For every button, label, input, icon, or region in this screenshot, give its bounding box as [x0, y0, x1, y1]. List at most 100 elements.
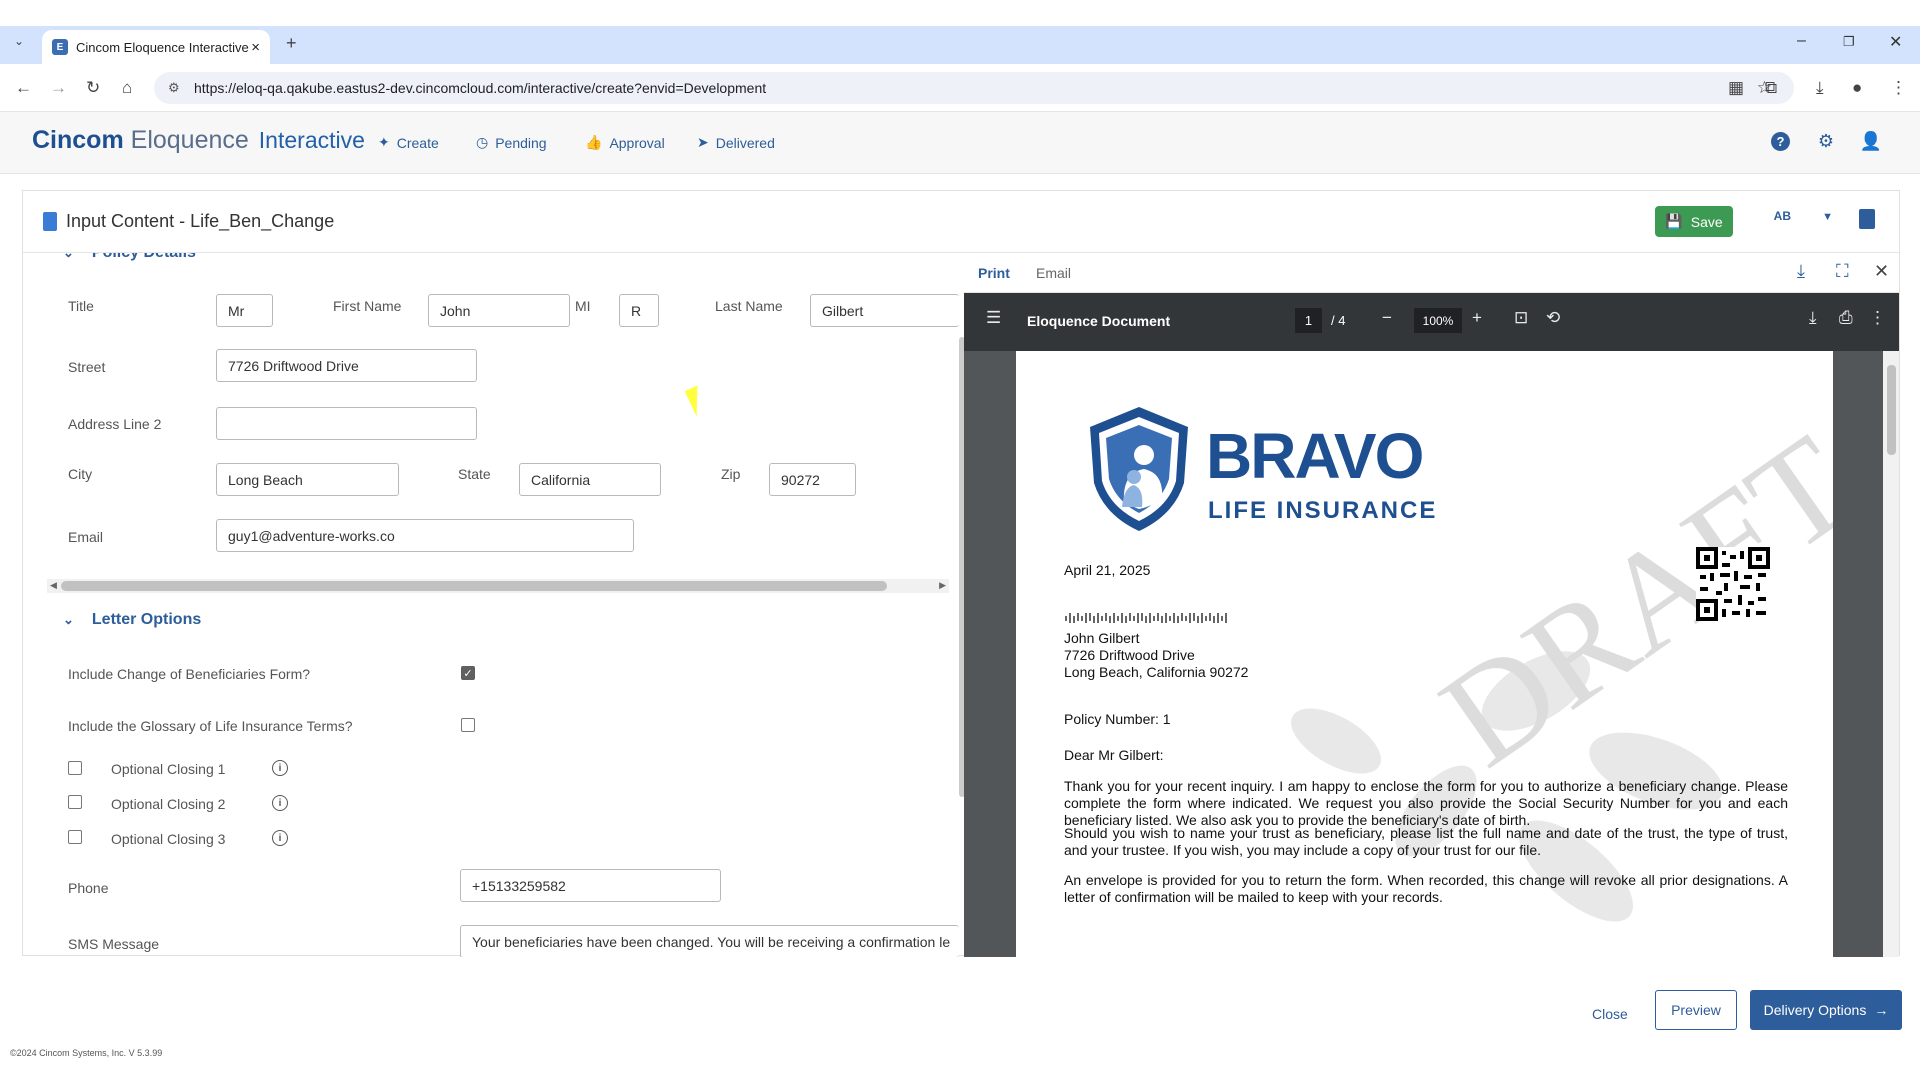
input-form-panel: ⌄ Policy Details Title Mr First Name John… [23, 253, 959, 957]
street-input[interactable]: 7726 Driftwood Drive [216, 349, 477, 382]
delivery-options-label: Delivery Options [1763, 1002, 1867, 1018]
title-input[interactable]: Mr [216, 294, 273, 327]
home-icon[interactable]: ⌂ [122, 78, 132, 98]
address-name: John Gilbert [1064, 630, 1140, 646]
scrollbar-thumb[interactable] [1887, 365, 1896, 455]
extension-icon[interactable]: ▦ [1728, 78, 1744, 98]
url-field[interactable]: ⚙ https://eloq-qa.qakube.eastus2-dev.cin… [154, 72, 1794, 104]
info-icon[interactable]: i [272, 760, 288, 776]
minimize-icon[interactable]: – [1797, 32, 1806, 50]
tab-search-icon[interactable]: ⌄ [14, 34, 24, 48]
glossary-checkbox[interactable] [461, 718, 475, 732]
horizontal-scrollbar[interactable]: ◀ ▶ [47, 579, 949, 593]
scroll-left-icon[interactable]: ◀ [50, 580, 57, 591]
info-icon[interactable]: i [272, 830, 288, 846]
card-header: Input Content - Life_Ben_Change 💾 Save AB… [23, 191, 1899, 253]
letter-options-header[interactable]: ⌄ Letter Options [63, 611, 201, 629]
reload-icon[interactable]: ↻ [86, 78, 100, 98]
restore-icon[interactable]: ❐ [1843, 34, 1855, 50]
profile-avatar-icon[interactable]: ● [1852, 78, 1862, 98]
chevron-down-icon: ⌄ [63, 253, 74, 261]
change-form-checkbox[interactable]: ✓ [461, 666, 475, 680]
back-icon[interactable]: ← [15, 78, 32, 98]
closing1-checkbox[interactable] [68, 761, 82, 775]
pdf-scrollbar[interactable] [1883, 351, 1899, 957]
download-icon[interactable]: ⤓ [1797, 261, 1805, 282]
settings-gear-icon[interactable]: ⚙ [1815, 130, 1837, 152]
zip-input[interactable]: 90272 [769, 463, 856, 496]
closing2-label: Optional Closing 2 [111, 796, 226, 812]
downloads-icon[interactable]: ⤓ [1816, 78, 1824, 98]
zoom-in-icon[interactable]: + [1472, 308, 1482, 328]
state-label: State [458, 466, 491, 482]
pdf-download-icon[interactable]: ⤓ [1809, 308, 1817, 328]
tab-print[interactable]: Print [978, 265, 1010, 281]
print-icon[interactable]: ⎙ [1839, 308, 1853, 328]
puzzle-icon[interactable]: ⧉ [1765, 78, 1777, 98]
floppy-disk-icon: 💾 [1665, 213, 1683, 229]
tab-email[interactable]: Email [1036, 265, 1071, 281]
info-icon[interactable]: i [272, 795, 288, 811]
sms-textarea[interactable]: Your beneficiaries have been changed. Yo… [460, 925, 959, 957]
phone-input[interactable]: +15133259582 [460, 869, 721, 902]
zoom-level-input[interactable]: 100% [1414, 308, 1462, 333]
salutation: Dear Mr Gilbert: [1064, 747, 1164, 763]
browser-tab[interactable]: E Cincom Eloquence Interactive × [42, 30, 270, 64]
barcode-icon [1065, 613, 1227, 623]
tab-bar: ⌄ E Cincom Eloquence Interactive × + – ❐… [0, 26, 1920, 64]
site-info-icon[interactable]: ⚙ [168, 80, 180, 96]
save-button[interactable]: 💾 Save [1655, 206, 1733, 237]
address2-label: Address Line 2 [68, 416, 162, 432]
nav-approval[interactable]: 👍 Approval [585, 134, 665, 151]
window-close-icon[interactable]: ✕ [1889, 32, 1902, 52]
page-number-input[interactable]: 1 [1295, 308, 1322, 333]
mi-input[interactable]: R [619, 294, 659, 327]
nav-create[interactable]: ✦ Create [378, 134, 439, 151]
help-icon[interactable]: ? [1771, 132, 1790, 151]
menu-icon[interactable]: ☰ [986, 308, 1001, 328]
city-input[interactable]: Long Beach [216, 463, 399, 496]
content-card: Input Content - Life_Ben_Change 💾 Save AB… [22, 190, 1900, 957]
shield-logo-icon [1090, 407, 1188, 531]
policy-details-header[interactable]: ⌄ Policy Details [63, 253, 196, 262]
closing3-checkbox[interactable] [68, 830, 82, 844]
mi-label: MI [575, 298, 591, 314]
delivery-options-button[interactable]: Delivery Options → [1750, 990, 1902, 1030]
preview-panel: Print Email ⤓ ⛶ ✕ ☰ Eloquence Document 1… [964, 253, 1900, 957]
fullscreen-icon[interactable]: ⛶ [1836, 261, 1849, 282]
nav-approval-label: Approval [609, 134, 665, 151]
page-title-text: Input Content - Life_Ben_Change [66, 211, 335, 231]
zoom-out-icon[interactable]: − [1382, 308, 1392, 328]
sparkle-icon: ✦ [378, 134, 390, 150]
closing2-checkbox[interactable] [68, 795, 82, 809]
last-name-input[interactable]: Gilbert [810, 294, 959, 327]
scroll-right-icon[interactable]: ▶ [939, 580, 946, 591]
brand-logo[interactable]: Cincom Eloquence Interactive [32, 126, 365, 155]
letter-options-label: Letter Options [91, 611, 202, 628]
close-button[interactable]: Close [1592, 1006, 1628, 1022]
pdf-preview-icon[interactable] [1859, 209, 1875, 229]
user-icon[interactable]: 👤 [1860, 130, 1882, 152]
letter-date: April 21, 2025 [1064, 562, 1151, 578]
first-name-input[interactable]: John [428, 294, 570, 327]
chevron-down-icon[interactable]: ▼ [1822, 211, 1833, 223]
preview-button[interactable]: Preview [1655, 990, 1737, 1030]
document-icon [43, 212, 57, 231]
nav-pending[interactable]: ◷ Pending [476, 134, 547, 151]
address2-input[interactable] [216, 407, 477, 440]
close-preview-icon[interactable]: ✕ [1874, 261, 1889, 282]
close-tab-icon[interactable]: × [251, 39, 260, 56]
fit-page-icon[interactable]: ⊡ [1514, 308, 1528, 328]
rotate-icon[interactable]: ⟲ [1546, 308, 1560, 328]
state-input[interactable]: California [519, 463, 661, 496]
spellcheck-icon[interactable]: AB [1774, 209, 1791, 223]
pdf-more-icon[interactable]: ⋮ [1869, 308, 1886, 328]
new-tab-icon[interactable]: + [286, 33, 297, 54]
first-name-label: First Name [333, 298, 402, 314]
scrollbar-thumb[interactable] [61, 581, 887, 591]
forward-icon[interactable]: → [50, 78, 67, 98]
browser-menu-icon[interactable]: ⋮ [1890, 78, 1907, 98]
nav-delivered[interactable]: ➤ Delivered [697, 134, 775, 151]
email-input[interactable]: guy1@adventure-works.co [216, 519, 634, 552]
chevron-down-icon: ⌄ [63, 612, 74, 627]
